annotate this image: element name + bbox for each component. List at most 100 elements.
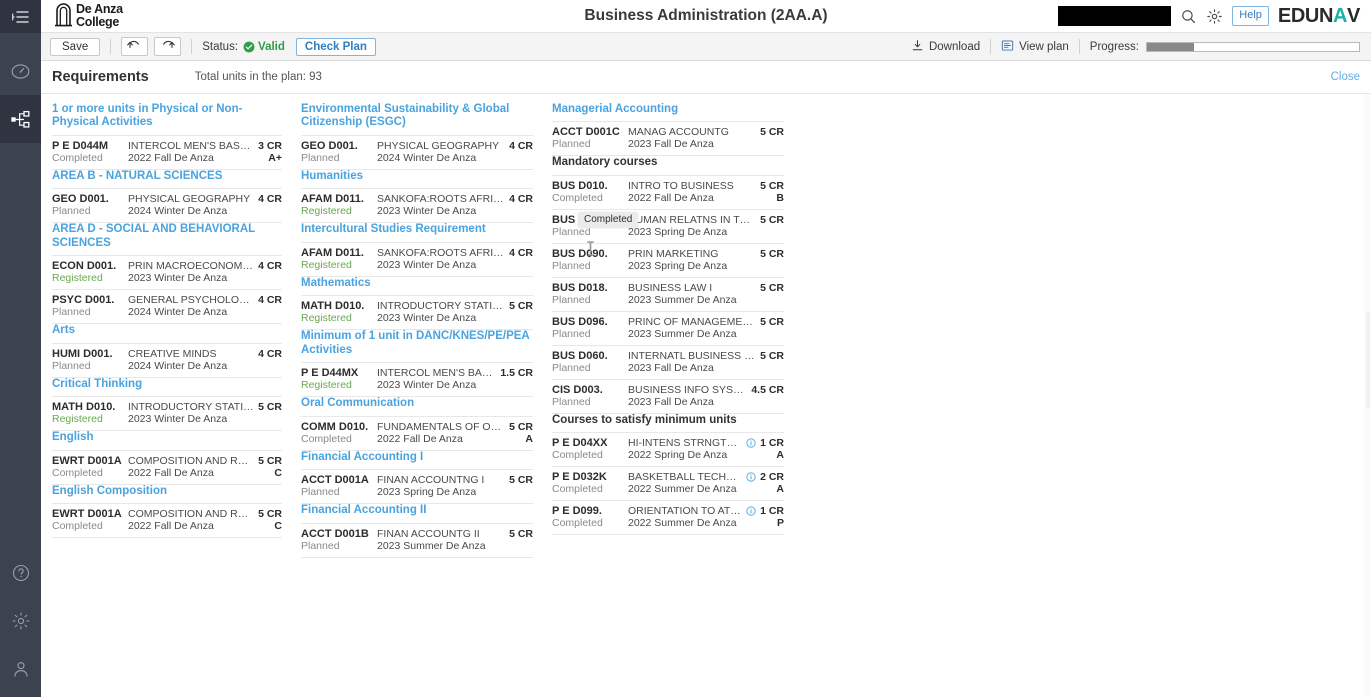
course-row[interactable]: BUS D096.PRINC OF MANAGEMENT5 CRPlanned2… (552, 311, 784, 345)
sidebar-item-dashboard[interactable] (0, 47, 41, 95)
course-row[interactable]: COMM D010.FUNDAMENTALS OF ORAL C...5 CRC… (301, 416, 533, 450)
requirement-group-title: Mandatory courses (552, 156, 784, 174)
info-icon[interactable] (746, 438, 756, 448)
course-name: PHYSICAL GEOGRAPHY (377, 140, 509, 152)
gauge-icon (10, 61, 31, 82)
requirement-group-title[interactable]: Humanities (301, 170, 533, 188)
course-row[interactable]: ECON D001.PRIN MACROECONOMICS4 CRRegiste… (52, 255, 282, 289)
requirement-group-title[interactable]: Financial Accounting II (301, 504, 533, 522)
requirement-group-title[interactable]: English Composition (52, 485, 282, 503)
requirement-group-title[interactable]: Oral Communication (301, 397, 533, 415)
course-name-text: INTRODUCTORY STATISTICS (377, 300, 505, 312)
course-row[interactable]: ACCT D001CMANAG ACCOUNTG5 CRPlanned2023 … (552, 121, 784, 155)
help-button[interactable]: Help (1232, 6, 1269, 26)
course-code: ECON D001. (52, 260, 128, 272)
course-row[interactable]: BUS D018.BUSINESS LAW I5 CRPlanned2023 S… (552, 277, 784, 311)
course-row[interactable]: BUS D060.INTERNATL BUSINESS MANA...5 CRP… (552, 345, 784, 379)
course-status: Planned (52, 306, 128, 318)
undo-button[interactable] (121, 37, 148, 56)
course-row[interactable]: P E D099.ORIENTATION TO ATHLETICS1 CRCom… (552, 500, 784, 534)
requirement-rows: GEO D001.PHYSICAL GEOGRAPHY4 CRPlanned20… (52, 188, 282, 223)
course-code: BUS D090. (552, 248, 628, 260)
course-row[interactable]: ACCT D001BFINAN ACCOUNTG II5 CRPlanned20… (301, 523, 533, 557)
requirement-group-title[interactable]: Financial Accounting I (301, 451, 533, 469)
course-row[interactable]: BUS D056.HUMAN RELATNS IN THE WR...5 CRP… (552, 209, 784, 243)
course-row[interactable]: P E D044MINTERCOL MEN'S BASKETBAL3 CRCom… (52, 135, 282, 169)
course-credits: 2 CR (760, 471, 784, 483)
gear-icon[interactable] (1206, 8, 1223, 25)
requirement-group-title[interactable]: Arts (52, 324, 282, 342)
course-credits: 1 CR (760, 437, 784, 449)
course-row[interactable]: P E D032KBASKETBALL TECHNIQUES2 CRComple… (552, 466, 784, 500)
person-icon (11, 659, 31, 679)
requirement-group-title[interactable]: English (52, 431, 282, 449)
course-row[interactable]: MATH D010.INTRODUCTORY STATISTICS5 CRReg… (52, 396, 282, 430)
course-row[interactable]: BUS D090.PRIN MARKETING5 CRPlanned2023 S… (552, 243, 784, 277)
requirement-group-title[interactable]: AREA D - SOCIAL AND BEHAVIORAL SCIENCES (52, 223, 282, 255)
course-row[interactable]: ACCT D001AFINAN ACCOUNTNG I5 CRPlanned20… (301, 469, 533, 503)
course-term: 2022 Fall De Anza (628, 192, 776, 204)
vertical-scrollbar[interactable] (1364, 94, 1371, 697)
course-name: BASKETBALL TECHNIQUES (628, 471, 760, 483)
info-icon[interactable] (746, 472, 756, 482)
info-icon[interactable] (746, 506, 756, 516)
course-name: SANKOFA:ROOTS AFRIC/AM... (377, 247, 509, 259)
course-row[interactable]: MATH D010.INTRODUCTORY STATISTICS5 CRReg… (301, 295, 533, 329)
requirement-group-title[interactable]: 1 or more units in Physical or Non-Physi… (52, 103, 282, 135)
requirement-group-title[interactable]: Managerial Accounting (552, 103, 784, 121)
download-button[interactable]: Download (911, 39, 980, 55)
requirement-group: EnglishEWRT D001ACOMPOSITION AND READING… (52, 431, 282, 484)
course-name: ORIENTATION TO ATHLETICS (628, 505, 760, 517)
view-plan-button[interactable]: View plan (1001, 39, 1069, 55)
course-row[interactable]: AFAM D011.SANKOFA:ROOTS AFRIC/AM...4 CRR… (301, 188, 533, 222)
course-row[interactable]: CIS D003.BUSINESS INFO SYSTEMS4.5 CRPlan… (552, 379, 784, 413)
course-code: P E D04XX (552, 437, 628, 449)
search-icon[interactable] (1180, 8, 1197, 25)
view-plan-label: View plan (1019, 41, 1069, 53)
course-row[interactable]: EWRT D001ACOMPOSITION AND READING5 CRCom… (52, 450, 282, 484)
course-term: 2023 Winter De Anza (377, 379, 533, 391)
sidebar-item-settings[interactable] (0, 597, 41, 645)
requirement-group: Financial Accounting IIACCT D001BFINAN A… (301, 504, 533, 557)
course-row[interactable]: HUMI D001.CREATIVE MINDS4 CRPlanned2024 … (52, 343, 282, 377)
course-name-text: INTRO TO BUSINESS (628, 180, 734, 192)
requirement-group-title[interactable]: Minimum of 1 unit in DANC/KNES/PE/PEA Ac… (301, 330, 533, 362)
requirement-group-title[interactable]: Critical Thinking (52, 378, 282, 396)
course-name-text: COMPOSITION AND READING (128, 508, 254, 520)
redo-button[interactable] (154, 37, 181, 56)
course-credits: 5 CR (258, 401, 282, 413)
requirement-group-title[interactable]: AREA B - NATURAL SCIENCES (52, 170, 282, 188)
course-row[interactable]: PSYC D001.GENERAL PSYCHOLOGY4 CRPlanned2… (52, 289, 282, 323)
sidebar-item-help[interactable] (0, 549, 41, 597)
requirement-group-title[interactable]: Intercultural Studies Requirement (301, 223, 533, 241)
brand-logo[interactable]: De Anza College (41, 1, 123, 32)
scrollbar-thumb[interactable] (1366, 312, 1370, 408)
check-plan-button[interactable]: Check Plan (296, 38, 376, 56)
course-code: EWRT D001A (52, 508, 128, 520)
sidebar-item-menu-toggle[interactable] (0, 0, 41, 33)
requirement-group: Oral CommunicationCOMM D010.FUNDAMENTALS… (301, 397, 533, 450)
course-term: 2023 Winter De Anza (377, 312, 533, 324)
course-code: BUS D060. (552, 350, 628, 362)
sidebar-item-profile[interactable] (0, 645, 41, 693)
save-button[interactable]: Save (50, 38, 100, 56)
redacted-user-name (1058, 6, 1171, 26)
course-code: BUS D010. (552, 180, 628, 192)
course-name-text: INTERCOL MEN'S BASKETBAL (128, 140, 254, 152)
course-name-text: PHYSICAL GEOGRAPHY (377, 140, 499, 152)
course-row[interactable]: GEO D001.PHYSICAL GEOGRAPHY4 CRPlanned20… (301, 135, 533, 169)
requirement-group-title[interactable]: Environmental Sustainability & Global Ci… (301, 103, 533, 135)
course-row[interactable]: P E D04XXHI-INTENS STRNGTH DEV/AT1 CRCom… (552, 432, 784, 466)
course-row[interactable]: BUS D010.INTRO TO BUSINESS5 CRCompleted2… (552, 175, 784, 209)
requirement-group-title[interactable]: Mathematics (301, 277, 533, 295)
course-row[interactable]: AFAM D011.SANKOFA:ROOTS AFRIC/AM...4 CRR… (301, 242, 533, 276)
course-status: Planned (301, 486, 377, 498)
course-row[interactable]: EWRT D001ACOMPOSITION AND READING5 CRCom… (52, 503, 282, 537)
course-name: HUMAN RELATNS IN THE WR... (628, 214, 760, 226)
requirements-panel: Requirements Total units in the plan: 93… (41, 61, 1371, 697)
course-row[interactable]: GEO D001.PHYSICAL GEOGRAPHY4 CRPlanned20… (52, 188, 282, 222)
course-credits: 5 CR (760, 350, 784, 362)
close-link[interactable]: Close (1331, 71, 1360, 83)
sidebar-item-plan[interactable] (0, 95, 41, 143)
course-row[interactable]: P E D44MXINTERCOL MEN'S BASKETB...1.5 CR… (301, 362, 533, 396)
